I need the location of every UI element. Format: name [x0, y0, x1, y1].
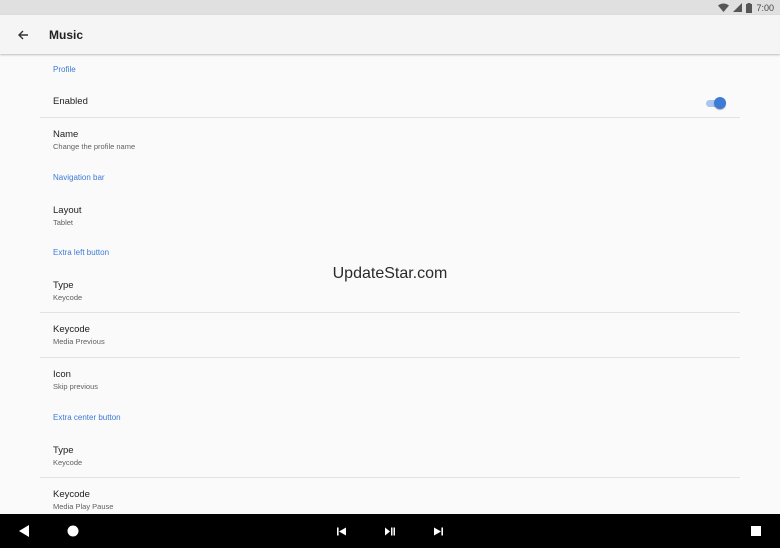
setting-left-type[interactable]: Type Keycode	[53, 280, 740, 302]
back-button[interactable]	[12, 24, 34, 46]
watermark: UpdateStar.com	[332, 265, 448, 282]
section-header-navigation-bar: Navigation bar	[53, 173, 105, 182]
setting-layout[interactable]: Layout Tablet	[53, 205, 740, 227]
page-title: Music	[49, 27, 84, 42]
setting-title: Keycode	[53, 324, 90, 335]
switch-thumb	[714, 97, 726, 109]
setting-title: Layout	[53, 205, 82, 216]
play-pause-button[interactable]	[380, 514, 400, 548]
setting-enabled[interactable]: Enabled	[53, 96, 740, 107]
divider	[40, 312, 740, 313]
section-header-extra-center-button: Extra center button	[53, 413, 121, 422]
nav-recents-button[interactable]	[744, 514, 768, 548]
section-header-profile: Profile	[53, 65, 76, 74]
circle-home-icon	[67, 525, 79, 537]
setting-summary: Keycode	[53, 458, 83, 467]
cell-signal-icon	[733, 3, 743, 12]
setting-left-keycode[interactable]: Keycode Media Previous	[53, 324, 740, 346]
nav-back-button[interactable]	[12, 514, 36, 548]
setting-title: Enabled	[53, 96, 88, 107]
skip-next-button[interactable]	[428, 514, 448, 548]
play-pause-icon	[385, 527, 395, 535]
battery-icon	[746, 2, 753, 13]
setting-name[interactable]: Name Change the profile name	[53, 129, 740, 151]
section-header-extra-left-button: Extra left button	[53, 248, 110, 257]
setting-summary: Skip previous	[53, 382, 99, 391]
setting-center-type[interactable]: Type Keycode	[53, 445, 740, 467]
setting-center-keycode[interactable]: Keycode Media Play Pause	[53, 489, 740, 511]
divider	[40, 357, 740, 358]
settings-list[interactable]: Profile Enabled Name Change the profile …	[40, 54, 740, 514]
divider	[40, 477, 740, 478]
nav-home-button[interactable]	[61, 514, 85, 548]
app-toolbar: Music	[0, 15, 780, 54]
skip-previous-button[interactable]	[331, 514, 351, 548]
skip-previous-icon	[336, 527, 346, 535]
divider	[40, 117, 740, 118]
setting-title: Keycode	[53, 489, 90, 500]
setting-summary: Keycode	[53, 293, 83, 302]
triangle-back-icon	[19, 525, 29, 537]
status-bar: 7:00	[0, 0, 780, 15]
arrow-left-icon	[18, 30, 28, 39]
skip-next-icon	[433, 527, 443, 535]
setting-left-icon[interactable]: Icon Skip previous	[53, 369, 740, 391]
status-time: 7:00	[756, 2, 774, 13]
setting-summary: Tablet	[53, 218, 74, 227]
setting-summary: Media Previous	[53, 337, 105, 346]
enabled-switch[interactable]	[704, 96, 726, 110]
setting-title: Name	[53, 129, 79, 140]
setting-summary: Media Play Pause	[53, 502, 114, 511]
system-navigation-bar	[0, 514, 780, 548]
wifi-icon	[718, 3, 730, 12]
square-recents-icon	[751, 526, 761, 536]
setting-summary: Change the profile name	[53, 142, 136, 151]
setting-title: Type	[53, 445, 74, 456]
setting-title: Icon	[53, 369, 71, 380]
